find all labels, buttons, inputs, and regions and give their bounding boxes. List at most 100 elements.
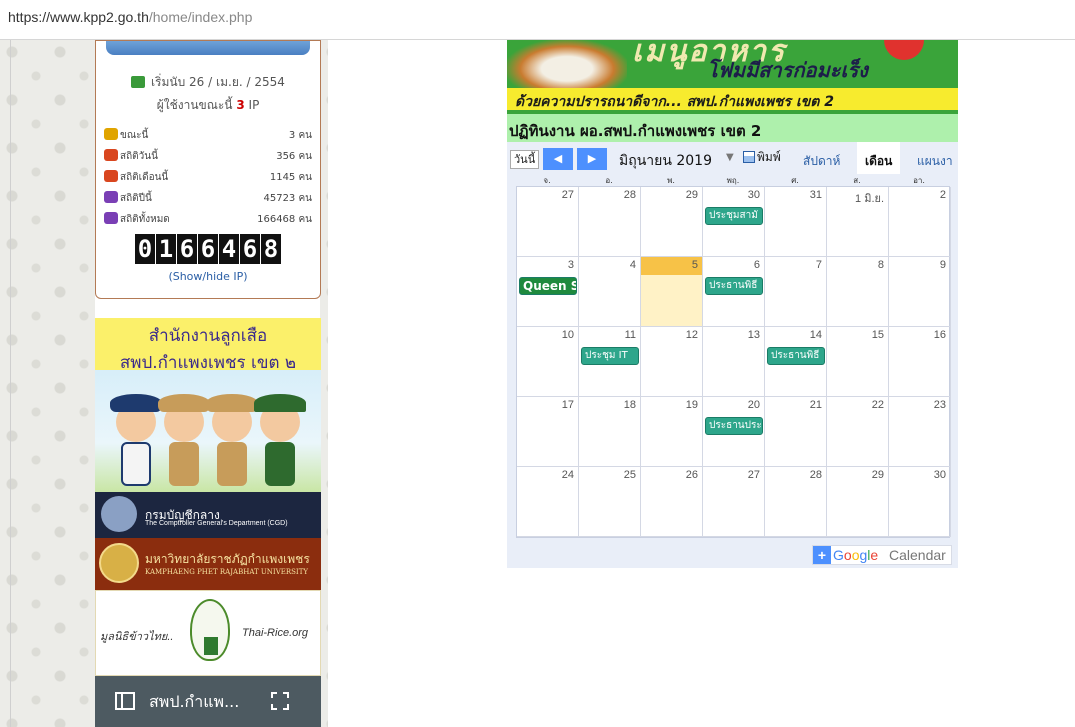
day-cell[interactable]: 8 [827,257,889,327]
day-cell[interactable]: 15 [827,327,889,397]
kpru-name: มหาวิทยาลัยราชภัฏกำแพงเพชร [145,552,310,566]
day-cell[interactable]: 16 [889,327,951,397]
day-cell[interactable]: 30 [889,467,951,537]
day-cell[interactable]: 11 ประชุม IT [579,327,641,397]
day-cell[interactable]: 4 [579,257,641,327]
calendar-event[interactable]: ประธานพิธี [705,277,763,295]
day-cell[interactable]: 17 [517,397,579,467]
day-cell[interactable]: 10 [517,327,579,397]
day-cell[interactable]: 20 ประธานประ [703,397,765,467]
day-number: 24 [561,469,574,481]
scout-kid-figure [254,394,306,486]
calendar-event[interactable]: ประธานประ [705,417,763,435]
background-pattern [0,40,95,727]
current-month-label: มิถุนายน 2019 [619,153,712,169]
next-month-button[interactable]: ▶ [577,148,607,170]
address-bar[interactable]: https://www.kpp2.go.th/home/index.php [0,0,1075,40]
fullscreen-icon[interactable] [271,692,289,710]
day-cell[interactable]: 27 [703,467,765,537]
day-number: 20 [747,399,760,411]
calendar-event[interactable]: ประชุม IT [581,347,639,365]
day-cell[interactable]: 29 [827,467,889,537]
printer-icon [743,151,755,163]
day-cell[interactable]: 24 [517,467,579,537]
day-number: 26 [685,469,698,481]
stats-row-value: 166468 คน [257,214,312,225]
tab-agenda[interactable]: แผนงา [913,142,957,174]
scout-office-banner[interactable]: สำนักงานลูกเสือ สพป.กำแพงเพชร เขต ๒ [95,318,321,492]
today-button[interactable]: วันนี้ [510,150,540,169]
visitor-stats-panel: เริ่มนับ 26 / เม.ย. / 2554 ผู้ใช้งานขณะน… [95,40,321,299]
calendar-event[interactable]: Queen S [519,277,577,295]
calendar-event[interactable]: ประชุมสามั [705,207,763,225]
stats-row-label: ขณะนี้ [104,128,148,143]
day-cell[interactable]: 7 [765,257,827,327]
page-bar-title: สพป.กำแพ... [149,692,240,711]
day-cell-today[interactable]: 5 [641,257,703,327]
visitor-counter: 0166468 [96,234,320,264]
foam-warning-banner: เมนูอาหาร โฟมมีสารก่อมะเร็ง [507,40,958,88]
print-button[interactable]: พิมพ์ [743,148,781,167]
google-logo-text: Google [833,547,878,563]
day-cell[interactable]: 12 [641,327,703,397]
day-cell[interactable]: 14 ประธานพิธี [765,327,827,397]
day-cell[interactable]: 31 [765,187,827,257]
day-cell[interactable]: 28 [579,187,641,257]
stats-row-label: สถิติปีนี้ [104,191,152,206]
google-logo-letter: o [843,547,852,563]
day-cell[interactable]: 1 มิ.ย. [827,187,889,257]
day-cell[interactable]: 22 [827,397,889,467]
day-cell[interactable]: 2 [889,187,951,257]
day-number: 25 [623,469,636,481]
tab-month[interactable]: เดือน [857,142,901,174]
day-cell[interactable]: 27 [517,187,579,257]
day-cell[interactable]: 23 [889,397,951,467]
day-number: 28 [623,189,636,201]
banner-subline: โฟมมีสารก่อมะเร็ง [707,58,868,82]
stats-header-bar [106,41,310,55]
stats-row: สถิติวันนี้ 356 คน [104,146,312,167]
day-number: 16 [933,329,946,341]
day-cell[interactable]: 3 Queen S [517,257,579,327]
day-cell[interactable]: 18 [579,397,641,467]
day-cell[interactable]: 28 [765,467,827,537]
sidebar-toggle-icon[interactable] [115,692,135,710]
group-icon [104,170,118,182]
day-number: 29 [871,469,884,481]
tab-week[interactable]: สัปดาห์ [799,142,844,174]
stats-row-value: 3 คน [288,130,312,141]
prev-month-button[interactable]: ◀ [543,148,573,170]
day-cell[interactable]: 21 [765,397,827,467]
day-cell[interactable]: 6 ประธานพิธี [703,257,765,327]
day-cell[interactable]: 9 [889,257,951,327]
food-plates-image [507,40,627,88]
day-number: 23 [933,399,946,411]
stats-row: สถิติเดือนนี้ 1145 คน [104,167,312,188]
google-calendar-button[interactable]: + Google Calendar [812,545,952,565]
day-number: 10 [561,329,574,341]
show-hide-ip-link[interactable]: (Show/hide IP) [96,270,320,283]
kpru-english-name: KAMPHAENG PHET RAJABHAT UNIVERSITY [145,568,308,576]
day-cell[interactable]: 26 [641,467,703,537]
stats-row-value: 45723 คน [263,193,312,204]
day-number: 3 [567,259,574,271]
day-number: 6 [753,259,760,271]
day-cell[interactable]: 29 [641,187,703,257]
day-cell[interactable]: 13 [703,327,765,397]
day-cell[interactable]: 25 [579,467,641,537]
stats-row: สถิติปีนี้ 45723 คน [104,188,312,209]
day-cell[interactable]: 19 [641,397,703,467]
day-number: 15 [871,329,884,341]
cgd-banner[interactable]: กรมบัญชีกลาง The Comptroller General's D… [95,492,321,538]
cgd-seal-icon [101,496,137,532]
chevron-down-icon[interactable]: ▼ [726,152,734,163]
online-count: 3 [236,98,245,112]
day-cell[interactable]: 30 ประชุมสามั [703,187,765,257]
warning-circle-icon [884,40,924,60]
kpru-banner[interactable]: มหาวิทยาลัยราชภัฏกำแพงเพชร KAMPHAENG PHE… [95,538,321,590]
day-number: 5 [691,259,698,271]
thai-rice-banner[interactable]: มูลนิธิข้าวไทย.. Thai-Rice.org [95,590,321,676]
url-path: /home/index.php [148,9,253,25]
crowd-icon [104,212,118,224]
calendar-event[interactable]: ประธานพิธี [767,347,825,365]
